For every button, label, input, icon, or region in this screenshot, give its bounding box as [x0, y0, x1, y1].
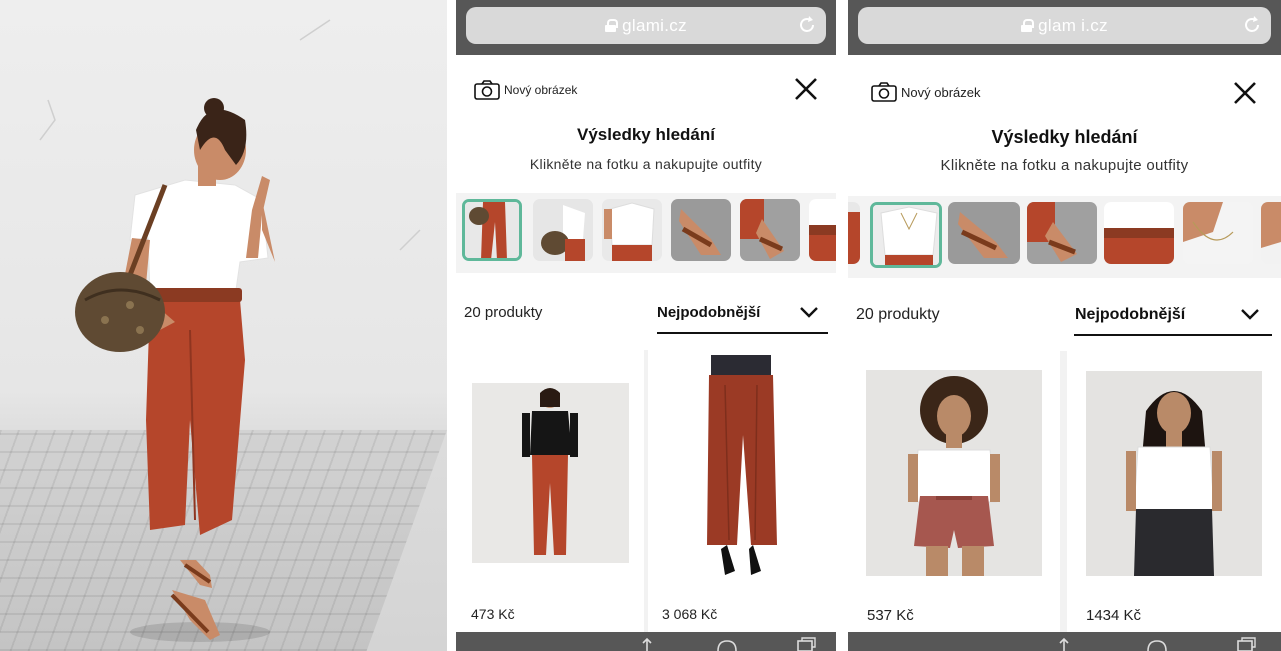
address-bar[interactable]: glam i.cz [858, 7, 1271, 44]
sort-underline [1074, 334, 1272, 336]
phone-screen-2: glam i.cz Nový obrázek Výsledky hledání … [848, 0, 1281, 651]
reload-icon[interactable] [1242, 15, 1262, 35]
thumbnail-top[interactable] [870, 202, 942, 268]
product-image [665, 355, 817, 581]
product-card[interactable]: 473 Kč [456, 350, 644, 632]
product-card[interactable]: 537 Kč [848, 351, 1060, 632]
new-image-label: Nový obrázek [901, 84, 981, 100]
page-title: Výsledky hledání [577, 125, 715, 144]
thumbnail-necklace[interactable] [1183, 202, 1253, 264]
sort-underline [657, 332, 828, 334]
thumbnail-strip [456, 193, 836, 273]
address-bar[interactable]: glami.cz [466, 7, 826, 44]
thumbnail-sandal[interactable] [671, 199, 731, 261]
bookmarks-icon[interactable] [1146, 637, 1168, 651]
product-grid: 537 Kč 1434 Kč [848, 351, 1281, 651]
product-image [1086, 371, 1262, 576]
thumbnail-bag[interactable] [533, 199, 593, 261]
thumbnail-sandal-2[interactable] [1027, 202, 1097, 264]
product-price: 473 Kč [471, 606, 515, 622]
results-toolbar: 20 produkty Nejpodobnější [848, 282, 1281, 352]
new-image-button[interactable]: Nový obrázek [474, 80, 577, 100]
thumbnail-belt[interactable] [1104, 202, 1174, 264]
new-image-label: Nový obrázek [504, 83, 578, 97]
results-count: 20 produkty [464, 304, 543, 321]
results-toolbar: 20 produkty Nejpodobnější [456, 280, 836, 350]
thumbnail-partial[interactable] [848, 202, 860, 264]
bookmarks-icon[interactable] [716, 637, 738, 651]
camera-icon [474, 80, 500, 100]
page-title: Výsledky hledání [991, 127, 1138, 147]
thumbnail-strip [848, 196, 1281, 278]
phone-screen-1: glami.cz Nový obrázek Výsledky hledání K… [456, 0, 836, 651]
results-count: 20 produkty [856, 306, 940, 323]
product-grid: 473 Kč 3 068 Kč [456, 350, 836, 651]
reload-icon[interactable] [797, 15, 817, 35]
thumbnail-top[interactable] [602, 199, 662, 261]
tabs-icon[interactable] [1234, 637, 1256, 651]
search-header: Nový obrázek [848, 55, 1281, 125]
product-price: 537 Kč [867, 607, 914, 624]
close-icon[interactable] [1231, 79, 1259, 107]
product-price: 3 068 Kč [662, 606, 718, 622]
page-subtitle: Klikněte na fotku a nakupujte outfity [529, 156, 763, 172]
sort-dropdown[interactable]: Nejpodobnější [1075, 306, 1185, 324]
share-icon[interactable] [1053, 637, 1075, 651]
url-text: glam i.cz [1038, 15, 1108, 35]
camera-icon [871, 82, 897, 102]
close-icon[interactable] [792, 75, 820, 103]
thumbnail-necklace-2[interactable] [1261, 202, 1281, 264]
chevron-down-icon[interactable] [1240, 307, 1260, 321]
url-text: glami.cz [622, 15, 687, 35]
browser-bottom-bar [456, 632, 836, 651]
woman-illustration [39, 19, 421, 642]
share-icon[interactable] [636, 637, 658, 651]
lock-icon [1021, 19, 1035, 32]
product-price: 1434 Kč [1086, 607, 1142, 624]
product-image [472, 383, 629, 563]
outfit-photo [0, 0, 447, 651]
tabs-icon[interactable] [794, 637, 816, 651]
thumbnail-sandal[interactable] [948, 202, 1020, 264]
product-image [866, 370, 1042, 576]
sort-dropdown[interactable]: Nejpodobnější [657, 304, 760, 321]
browser-bottom-bar [848, 632, 1281, 651]
product-card[interactable]: 1434 Kč [1067, 351, 1281, 632]
new-image-button[interactable]: Nový obrázek [871, 82, 980, 102]
search-header: Nový obrázek [456, 55, 836, 125]
browser-chrome: glam i.cz [848, 0, 1281, 55]
browser-chrome: glami.cz [456, 0, 836, 55]
page-subtitle: Klikněte na fotku a nakupujte outfity [940, 157, 1189, 174]
product-card[interactable]: 3 068 Kč [648, 350, 836, 632]
thumbnail-pants[interactable] [462, 199, 522, 261]
chevron-down-icon[interactable] [799, 305, 819, 319]
thumbnail-sandal-2[interactable] [740, 199, 800, 261]
thumbnail-belt[interactable] [809, 199, 836, 261]
lock-icon [605, 19, 619, 32]
